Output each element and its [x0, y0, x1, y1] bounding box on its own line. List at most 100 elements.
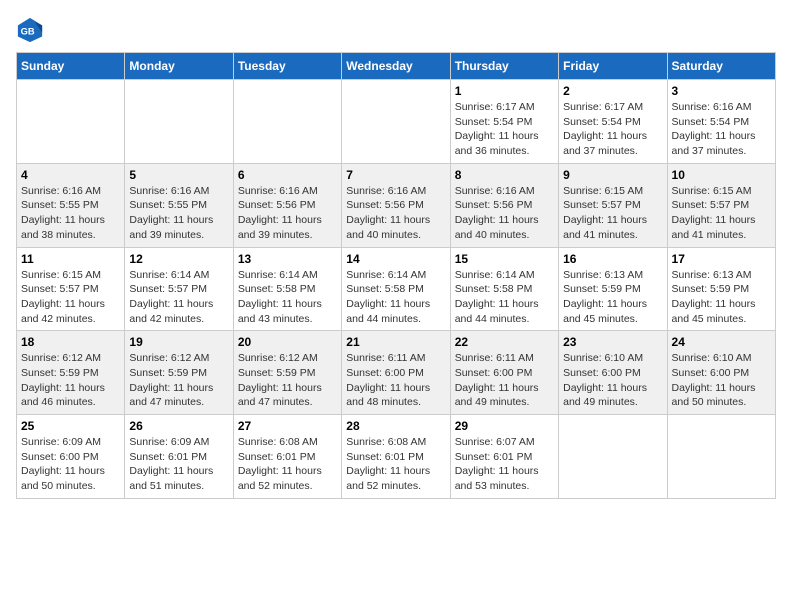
calendar-cell: 5Sunrise: 6:16 AM Sunset: 5:55 PM Daylig… [125, 163, 233, 247]
calendar-week-row: 18Sunrise: 6:12 AM Sunset: 5:59 PM Dayli… [17, 331, 776, 415]
day-info: Sunrise: 6:12 AM Sunset: 5:59 PM Dayligh… [238, 351, 337, 410]
calendar-cell: 8 Sunrise: 6:16 AM Sunset: 5:56 PM Daylig… [450, 163, 558, 247]
day-info: Sunrise: 6:09 AM Sunset: 6:01 PM Dayligh… [129, 435, 228, 494]
day-number: 21 [346, 335, 445, 349]
calendar-cell: 22 Sunrise: 6:11 AM Sunset: 6:00 PM Dayli… [450, 331, 558, 415]
day-info: Sunrise: 6:14 AM Sunset: 5:58 PM Dayligh… [238, 268, 337, 327]
day-info: Sunrise: 6:16 AM Sunset: 5:54 PM Dayligh… [672, 100, 771, 159]
calendar-cell: 21Sunrise: 6:11 AM Sunset: 6:00 PM Dayli… [342, 331, 450, 415]
weekday-header: Wednesday [342, 53, 450, 80]
day-number: 10 [672, 168, 771, 182]
day-info: Sunrise: 6:08 AM Sunset: 6:01 PM Dayligh… [238, 435, 337, 494]
calendar-cell: 18Sunrise: 6:12 AM Sunset: 5:59 PM Dayli… [17, 331, 125, 415]
day-number: 16 [563, 252, 662, 266]
day-number: 6 [238, 168, 337, 182]
calendar-cell: 13Sunrise: 6:14 AM Sunset: 5:58 PM Dayli… [233, 247, 341, 331]
day-number: 25 [21, 419, 120, 433]
calendar-cell: 12 Sunrise: 6:14 AM Sunset: 5:57 PM Dayli… [125, 247, 233, 331]
day-number: 12 [129, 252, 228, 266]
day-number: 26 [129, 419, 228, 433]
calendar-header-row: SundayMondayTuesdayWednesdayThursdayFrid… [17, 53, 776, 80]
calendar-table: SundayMondayTuesdayWednesdayThursdayFrid… [16, 52, 776, 499]
calendar-cell: 20 Sunrise: 6:12 AM Sunset: 5:59 PM Dayli… [233, 331, 341, 415]
day-info: Sunrise: 6:13 AM Sunset: 5:59 PM Dayligh… [563, 268, 662, 327]
calendar-cell [667, 415, 775, 499]
calendar-cell: 3 Sunrise: 6:16 AM Sunset: 5:54 PM Daylig… [667, 80, 775, 164]
weekday-header: Friday [559, 53, 667, 80]
day-number: 8 [455, 168, 554, 182]
day-number: 24 [672, 335, 771, 349]
day-info: Sunrise: 6:13 AM Sunset: 5:59 PM Dayligh… [672, 268, 771, 327]
day-number: 19 [129, 335, 228, 349]
logo: GB [16, 16, 48, 44]
day-info: Sunrise: 6:10 AM Sunset: 6:00 PM Dayligh… [672, 351, 771, 410]
weekday-header: Monday [125, 53, 233, 80]
day-number: 27 [238, 419, 337, 433]
day-number: 14 [346, 252, 445, 266]
day-number: 23 [563, 335, 662, 349]
calendar-cell [342, 80, 450, 164]
calendar-week-row: 1 Sunrise: 6:17 AM Sunset: 5:54 PM Daylig… [17, 80, 776, 164]
calendar-cell: 11Sunrise: 6:15 AM Sunset: 5:57 PM Dayli… [17, 247, 125, 331]
weekday-header: Thursday [450, 53, 558, 80]
calendar-cell [559, 415, 667, 499]
day-number: 3 [672, 84, 771, 98]
calendar-cell: 25 Sunrise: 6:09 AM Sunset: 6:00 PM Dayli… [17, 415, 125, 499]
day-number: 17 [672, 252, 771, 266]
calendar-cell [17, 80, 125, 164]
calendar-cell: 7 Sunrise: 6:16 AM Sunset: 5:56 PM Daylig… [342, 163, 450, 247]
day-info: Sunrise: 6:14 AM Sunset: 5:57 PM Dayligh… [129, 268, 228, 327]
day-info: Sunrise: 6:16 AM Sunset: 5:56 PM Dayligh… [455, 184, 554, 243]
day-number: 22 [455, 335, 554, 349]
calendar-cell [125, 80, 233, 164]
day-info: Sunrise: 6:09 AM Sunset: 6:00 PM Dayligh… [21, 435, 120, 494]
calendar-cell [233, 80, 341, 164]
weekday-header: Tuesday [233, 53, 341, 80]
calendar-cell: 29Sunrise: 6:07 AM Sunset: 6:01 PM Dayli… [450, 415, 558, 499]
day-info: Sunrise: 6:16 AM Sunset: 5:56 PM Dayligh… [346, 184, 445, 243]
day-number: 20 [238, 335, 337, 349]
day-number: 28 [346, 419, 445, 433]
day-number: 4 [21, 168, 120, 182]
day-info: Sunrise: 6:14 AM Sunset: 5:58 PM Dayligh… [455, 268, 554, 327]
day-number: 9 [563, 168, 662, 182]
page-header: GB [16, 16, 776, 44]
calendar-cell: 1 Sunrise: 6:17 AM Sunset: 5:54 PM Daylig… [450, 80, 558, 164]
calendar-week-row: 11Sunrise: 6:15 AM Sunset: 5:57 PM Dayli… [17, 247, 776, 331]
day-info: Sunrise: 6:10 AM Sunset: 6:00 PM Dayligh… [563, 351, 662, 410]
day-info: Sunrise: 6:16 AM Sunset: 5:55 PM Dayligh… [21, 184, 120, 243]
day-info: Sunrise: 6:17 AM Sunset: 5:54 PM Dayligh… [455, 100, 554, 159]
calendar-week-row: 4 Sunrise: 6:16 AM Sunset: 5:55 PM Daylig… [17, 163, 776, 247]
weekday-header: Saturday [667, 53, 775, 80]
day-info: Sunrise: 6:12 AM Sunset: 5:59 PM Dayligh… [21, 351, 120, 410]
calendar-cell: 9 Sunrise: 6:15 AM Sunset: 5:57 PM Daylig… [559, 163, 667, 247]
calendar-cell: 2 Sunrise: 6:17 AM Sunset: 5:54 PM Daylig… [559, 80, 667, 164]
day-number: 1 [455, 84, 554, 98]
calendar-cell: 26 Sunrise: 6:09 AM Sunset: 6:01 PM Dayli… [125, 415, 233, 499]
calendar-cell: 28 Sunrise: 6:08 AM Sunset: 6:01 PM Dayli… [342, 415, 450, 499]
calendar-cell: 4 Sunrise: 6:16 AM Sunset: 5:55 PM Daylig… [17, 163, 125, 247]
day-info: Sunrise: 6:17 AM Sunset: 5:54 PM Dayligh… [563, 100, 662, 159]
day-info: Sunrise: 6:14 AM Sunset: 5:58 PM Dayligh… [346, 268, 445, 327]
day-info: Sunrise: 6:15 AM Sunset: 5:57 PM Dayligh… [672, 184, 771, 243]
day-number: 15 [455, 252, 554, 266]
calendar-cell: 17 Sunrise: 6:13 AM Sunset: 5:59 PM Dayli… [667, 247, 775, 331]
day-info: Sunrise: 6:11 AM Sunset: 6:00 PM Dayligh… [455, 351, 554, 410]
day-number: 2 [563, 84, 662, 98]
day-info: Sunrise: 6:08 AM Sunset: 6:01 PM Dayligh… [346, 435, 445, 494]
day-info: Sunrise: 6:16 AM Sunset: 5:55 PM Dayligh… [129, 184, 228, 243]
day-number: 11 [21, 252, 120, 266]
calendar-cell: 19 Sunrise: 6:12 AM Sunset: 5:59 PM Dayli… [125, 331, 233, 415]
day-info: Sunrise: 6:07 AM Sunset: 6:01 PM Dayligh… [455, 435, 554, 494]
calendar-cell: 10 Sunrise: 6:15 AM Sunset: 5:57 PM Dayli… [667, 163, 775, 247]
calendar-cell: 24 Sunrise: 6:10 AM Sunset: 6:00 PM Dayli… [667, 331, 775, 415]
calendar-cell: 15 Sunrise: 6:14 AM Sunset: 5:58 PM Dayli… [450, 247, 558, 331]
calendar-cell: 14 Sunrise: 6:14 AM Sunset: 5:58 PM Dayli… [342, 247, 450, 331]
day-info: Sunrise: 6:12 AM Sunset: 5:59 PM Dayligh… [129, 351, 228, 410]
day-info: Sunrise: 6:16 AM Sunset: 5:56 PM Dayligh… [238, 184, 337, 243]
calendar-week-row: 25 Sunrise: 6:09 AM Sunset: 6:00 PM Dayli… [17, 415, 776, 499]
day-number: 7 [346, 168, 445, 182]
calendar-cell: 6 Sunrise: 6:16 AM Sunset: 5:56 PM Daylig… [233, 163, 341, 247]
day-info: Sunrise: 6:15 AM Sunset: 5:57 PM Dayligh… [563, 184, 662, 243]
logo-icon: GB [16, 16, 44, 44]
